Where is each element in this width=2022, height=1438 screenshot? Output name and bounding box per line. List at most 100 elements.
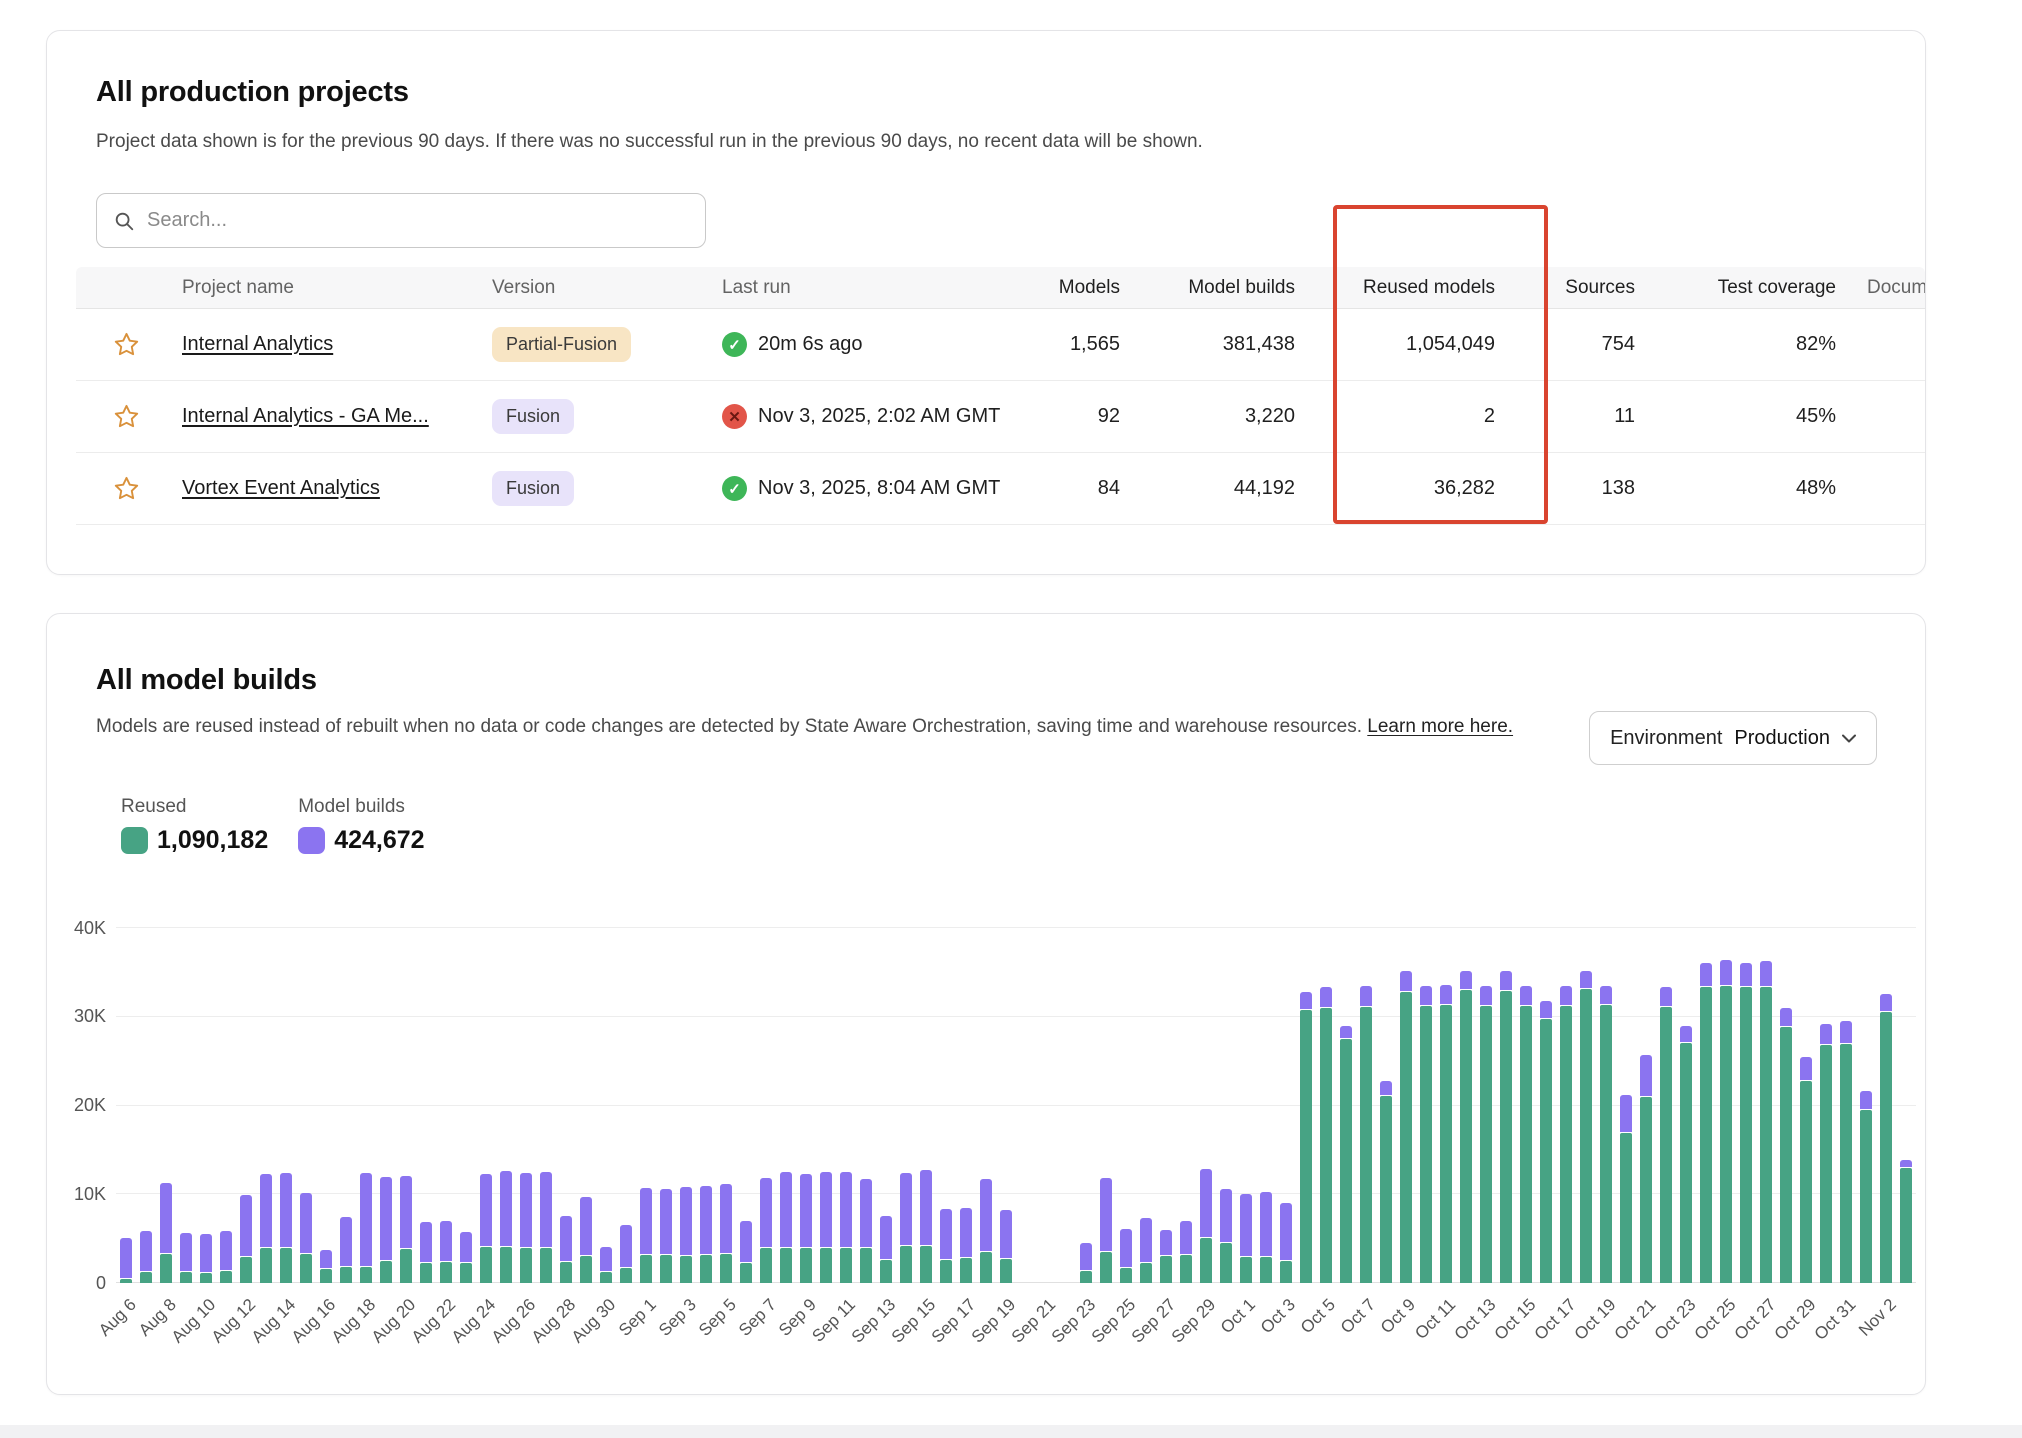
builds-card-subtitle-text: Models are reused instead of rebuilt whe… [96, 716, 1362, 737]
model-builds-card: All model builds Models are reused inste… [46, 613, 1926, 1395]
reused-segment [1340, 1039, 1352, 1283]
bar-slot: Oct 9 [1396, 928, 1416, 1283]
model-builds-segment [1480, 986, 1492, 1006]
favorite-star-button[interactable] [113, 331, 140, 358]
project-name-link[interactable]: Internal Analytics - GA Me... [182, 405, 429, 427]
stacked-bar [780, 1172, 792, 1283]
stacked-bar [1780, 1008, 1792, 1283]
environment-dropdown-label: Environment [1610, 727, 1722, 750]
x-axis-label: Sep 19 [968, 1295, 1020, 1347]
stacked-bar [300, 1193, 312, 1283]
model-builds-segment [1380, 1081, 1392, 1094]
legend-item-reused: Reused 1,090,182 [121, 796, 268, 855]
model-builds-segment [1160, 1230, 1172, 1256]
bar-slot [736, 928, 756, 1283]
stacked-bar [460, 1232, 472, 1283]
model-builds-segment [1080, 1243, 1092, 1271]
bar-slot: Sep 15 [916, 928, 936, 1283]
project-name-link[interactable]: Internal Analytics [182, 333, 333, 355]
builds-card-title: All model builds [96, 664, 317, 697]
legend-model-builds-value: 424,672 [334, 826, 424, 855]
model-builds-segment [300, 1193, 312, 1252]
model-builds-segment [640, 1188, 652, 1254]
bar-slot [416, 928, 436, 1283]
x-axis-label: Aug 10 [168, 1295, 220, 1347]
search-icon [113, 210, 135, 232]
x-axis-label: Sep 5 [695, 1295, 741, 1341]
x-axis-label: Sep 7 [735, 1295, 781, 1341]
model-builds-segment [1880, 994, 1892, 1012]
model-builds-segment [680, 1187, 692, 1254]
reused-segment [1760, 987, 1772, 1283]
learn-more-link[interactable]: Learn more here. [1367, 716, 1513, 737]
model-builds-segment [1720, 960, 1732, 985]
bar-slot [576, 928, 596, 1283]
bar-slot: Oct 7 [1356, 928, 1376, 1283]
project-name-link[interactable]: Vortex Event Analytics [182, 477, 380, 499]
favorite-star-button[interactable] [113, 403, 140, 430]
reused-segment [1200, 1238, 1212, 1283]
models-count: 1,565 [1011, 333, 1126, 356]
stacked-bar [840, 1172, 852, 1283]
x-axis-label: Oct 19 [1571, 1295, 1621, 1345]
stacked-bar [1660, 987, 1672, 1283]
reused-segment [540, 1248, 552, 1284]
stacked-bar [1640, 1055, 1652, 1283]
reused-segment [1780, 1027, 1792, 1283]
x-axis-label: Oct 27 [1731, 1295, 1781, 1345]
sources-count: 754 [1501, 333, 1641, 356]
model-builds-segment [1740, 963, 1752, 987]
model-builds-segment [560, 1216, 572, 1260]
reused-segment [1860, 1110, 1872, 1283]
column-header-last-run: Last run [716, 277, 1011, 299]
model-builds-segment [1780, 1008, 1792, 1026]
x-axis-label: Sep 27 [1128, 1295, 1180, 1347]
model-builds-segment [1000, 1210, 1012, 1258]
model-builds-segment [960, 1208, 972, 1257]
stacked-bar [1500, 971, 1512, 1283]
bar-slot [336, 928, 356, 1283]
x-axis-label: Sep 21 [1008, 1295, 1060, 1347]
legend-model-builds-swatch [298, 827, 325, 854]
model-builds-segment [720, 1184, 732, 1253]
reused-segment [1280, 1261, 1292, 1283]
model-builds-segment [1300, 992, 1312, 1009]
model-builds-segment [380, 1177, 392, 1260]
reused-segment [1140, 1263, 1152, 1283]
last-run-text: 20m 6s ago [758, 333, 863, 356]
reused-segment [1840, 1044, 1852, 1283]
stacked-bar [520, 1173, 532, 1283]
stacked-bar [1340, 1026, 1352, 1283]
model-builds-segment [1580, 971, 1592, 989]
search-input[interactable] [147, 209, 689, 232]
model-builds-segment [260, 1174, 272, 1247]
bar-slot: Sep 23 [1076, 928, 1096, 1283]
bar-slot: Sep 19 [996, 928, 1016, 1283]
model-builds-segment [1280, 1203, 1292, 1260]
model-builds-count: 3,220 [1126, 405, 1301, 428]
bar-slot [696, 928, 716, 1283]
stacked-bar [500, 1171, 512, 1283]
stacked-bar [1260, 1192, 1272, 1283]
stacked-bar [900, 1173, 912, 1283]
x-axis-label: Aug 30 [568, 1295, 620, 1347]
bar-slot [536, 928, 556, 1283]
model-builds-segment [800, 1174, 812, 1248]
version-badge: Fusion [492, 399, 574, 434]
x-axis-label: Oct 11 [1411, 1295, 1460, 1344]
bar-slot: Aug 30 [596, 928, 616, 1283]
favorite-star-button[interactable] [113, 475, 140, 502]
model-builds-segment [740, 1221, 752, 1262]
bar-slot: Aug 26 [516, 928, 536, 1283]
model-builds-segment [980, 1179, 992, 1251]
environment-dropdown[interactable]: Environment Production [1589, 711, 1877, 765]
stacked-bar [920, 1170, 932, 1283]
stacked-bar [540, 1172, 552, 1283]
bar-slot [1496, 928, 1516, 1283]
chart-legend: Reused 1,090,182 Model builds 424,672 [121, 796, 425, 855]
reused-segment [960, 1258, 972, 1283]
bar-slot [856, 928, 876, 1283]
legend-reused-swatch [121, 827, 148, 854]
model-builds-segment [160, 1183, 172, 1253]
reused-segment [1820, 1045, 1832, 1283]
